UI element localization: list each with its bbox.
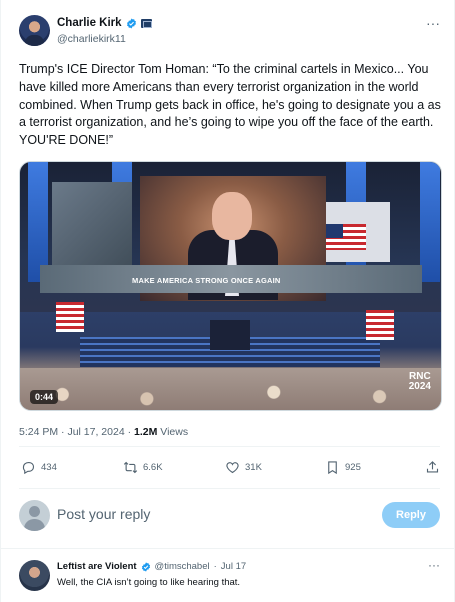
stage-column	[420, 162, 440, 282]
reply-author-row: Leftist are Violent @timschabel · Jul 17	[57, 561, 246, 572]
crowd	[20, 368, 441, 410]
video-duration: 0:44	[30, 390, 59, 404]
share-action[interactable]	[425, 460, 440, 475]
tweet-text: Trump's ICE Director Tom Homan: “To the …	[19, 62, 441, 148]
speaker-head	[212, 192, 252, 240]
bookmark-count: 925	[345, 462, 361, 473]
reply-button[interactable]: Reply	[382, 502, 440, 528]
reply-author-avatar[interactable]	[19, 560, 50, 591]
rnc-logo-line2: 2024	[408, 381, 431, 392]
tweet-card: Charlie Kirk @charliekirk11 ··· Trump's …	[0, 0, 455, 602]
more-options-icon[interactable]: ···	[426, 15, 440, 31]
tweet-header: Charlie Kirk @charliekirk11 ···	[19, 15, 440, 51]
author-name[interactable]: Charlie Kirk	[57, 17, 122, 29]
flag-left	[56, 302, 84, 332]
flag-graphic	[326, 224, 366, 250]
video-player[interactable]: MAKE AMERICA STRONG ONCE AGAIN RNC 2024 …	[19, 161, 442, 411]
reply-author-name[interactable]: Leftist are Violent	[57, 561, 137, 572]
views-label: Views	[160, 426, 189, 438]
action-bar: 434 6.6K 31K 925	[19, 460, 440, 478]
author-name-row: Charlie Kirk	[57, 17, 152, 29]
reply-action[interactable]: 434	[21, 460, 57, 475]
views-count[interactable]: 1.2M	[134, 426, 157, 438]
stage-column	[28, 162, 48, 282]
bookmark-icon	[328, 461, 337, 475]
bookmark-action[interactable]: 925	[325, 460, 361, 475]
more-options-icon[interactable]: ···	[428, 558, 440, 572]
like-count: 31K	[245, 462, 262, 473]
meta-separator: ·	[213, 561, 217, 572]
author-avatar[interactable]	[19, 15, 50, 46]
tweet-time[interactable]: 5:24 PM	[19, 426, 58, 438]
affiliation-badge-icon	[140, 18, 152, 28]
reply-text: Well, the CIA isn’t going to like hearin…	[57, 577, 241, 588]
banner-text: MAKE AMERICA STRONG ONCE AGAIN	[132, 276, 281, 285]
repost-icon	[123, 461, 138, 474]
repost-count: 6.6K	[143, 462, 163, 473]
verified-badge-icon	[141, 561, 150, 572]
author-handle[interactable]: @charliekirk11	[57, 33, 126, 45]
tweet-meta: 5:24 PM · Jul 17, 2024 · 1.2M Views	[19, 426, 188, 438]
divider	[19, 488, 440, 489]
reply-count: 434	[41, 462, 57, 473]
verified-badge-icon	[126, 17, 136, 29]
reply-author-handle[interactable]: @timschabel	[155, 561, 210, 572]
divider	[19, 446, 440, 447]
divider	[1, 548, 454, 549]
tweet-date[interactable]: Jul 17, 2024	[67, 426, 124, 438]
repost-action[interactable]: 6.6K	[123, 460, 163, 475]
reply-input[interactable]: Post your reply	[57, 506, 150, 522]
rnc-logo: RNC 2024	[409, 372, 431, 392]
flag-right	[366, 310, 394, 340]
meta-separator: ·	[61, 426, 65, 438]
like-action[interactable]: 31K	[225, 460, 262, 475]
podium	[210, 320, 250, 350]
reply-tweet[interactable]: Leftist are Violent @timschabel · Jul 17…	[19, 558, 440, 596]
meta-separator: ·	[127, 426, 132, 438]
reply-composer: Post your reply Reply	[19, 498, 440, 532]
share-icon	[426, 461, 439, 473]
user-avatar	[19, 500, 50, 531]
reply-date[interactable]: Jul 17	[221, 561, 246, 572]
heart-icon	[226, 462, 239, 474]
reply-icon	[22, 461, 35, 475]
